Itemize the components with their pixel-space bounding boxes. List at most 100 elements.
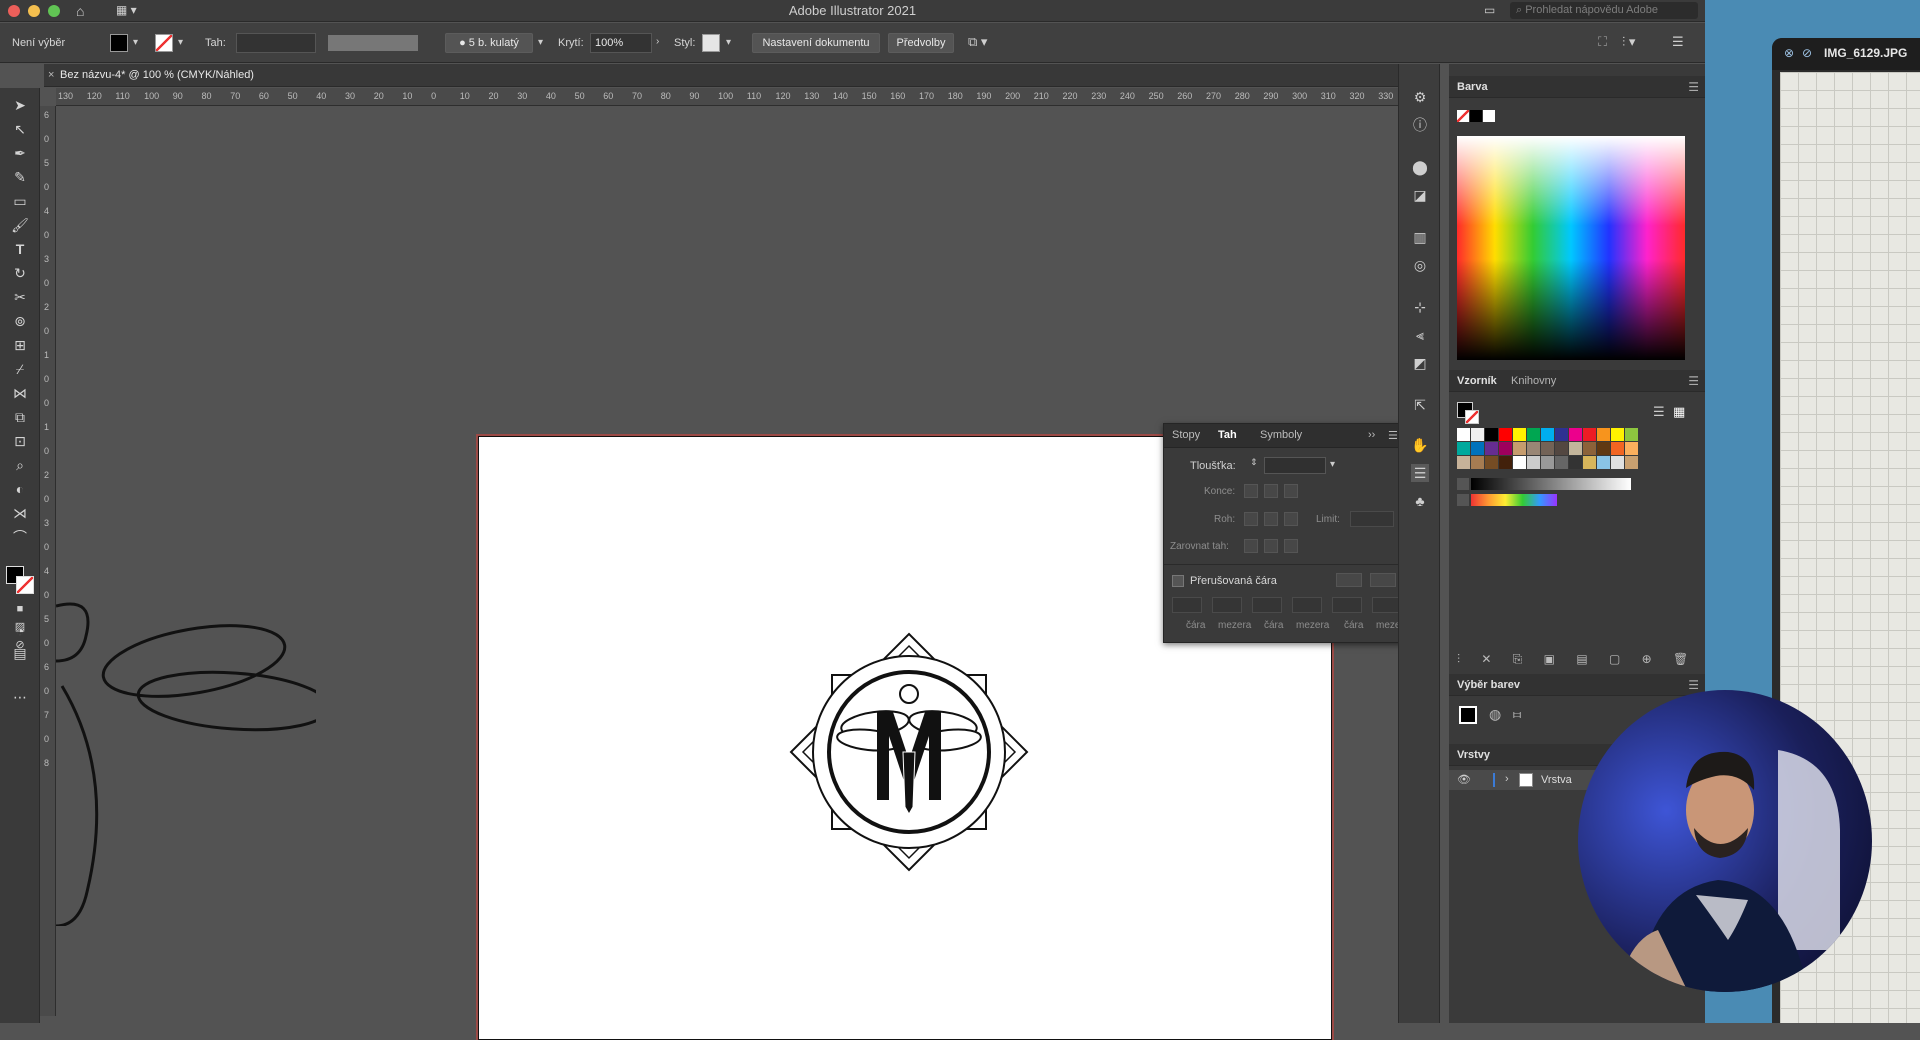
color-swatch[interactable] [1569,456,1582,469]
bevel-join-icon[interactable] [1284,512,1298,526]
color-swatch[interactable] [1569,428,1582,441]
scissors-tool-icon[interactable]: ✂ [10,288,30,306]
align-panel-icon[interactable]: ⫷ [1411,326,1429,344]
color-icon[interactable]: ⬤ [1411,158,1429,176]
grid-view-icon[interactable]: ▦ [1673,404,1685,420]
tab-libraries[interactable]: Knihovny [1511,375,1556,387]
preferences-button[interactable]: Předvolby [888,33,954,53]
brush-definition-select[interactable]: ● 5 b. kulatý [445,33,533,53]
chevron-down-icon[interactable]: ▾ [726,37,731,48]
color-swatch[interactable] [1513,428,1526,441]
square-cap-icon[interactable] [1284,484,1298,498]
color-mode-swatches[interactable] [1457,110,1497,124]
artboard-tool-icon[interactable]: ⊡ [10,432,30,450]
dash-field[interactable] [1332,597,1362,613]
fullscreen-icon[interactable]: ⊘ [1802,46,1812,60]
properties-icon[interactable]: ⚙ [1411,88,1429,106]
align-icon[interactable]: ⫶ ▾ [1622,34,1635,50]
stroke-color-icon[interactable] [1465,410,1479,424]
list-view-icon[interactable]: ☰ [1653,404,1665,420]
stroke-weight-field[interactable] [236,33,316,53]
grays-swatch-group[interactable] [1471,478,1631,490]
color-swatch[interactable] [1485,456,1498,469]
color-swatch[interactable] [1471,428,1484,441]
help-search-input[interactable]: ⌕ Prohledat nápovědu Adobe [1510,2,1698,19]
align-inside-icon[interactable] [1264,539,1278,553]
tab-tah[interactable]: Tah [1218,429,1237,441]
curvature-tool-icon[interactable]: ✎ [10,168,30,186]
dash-align-icon[interactable] [1370,573,1396,587]
color-swatch[interactable] [1541,428,1554,441]
weight-stepper[interactable]: ⇕ [1250,457,1262,473]
close-tab-icon[interactable]: × [48,69,54,81]
rotate-tool-icon[interactable]: ↻ [10,264,30,282]
swatch-folder-icon[interactable] [1457,494,1469,506]
swatch-actions-bar[interactable]: ⫶ ✕ ⎘ ▣ ▤ ▢ ⊕ 🗑 [1457,652,1697,668]
lasso-tool-icon[interactable]: ⊚ [10,312,30,330]
align-outside-icon[interactable] [1284,539,1298,553]
tab-swatches[interactable]: Vzorník [1457,375,1497,387]
color-swatch[interactable] [1499,442,1512,455]
transparency-icon[interactable]: ◎ [1411,256,1429,274]
tab-stopy[interactable]: Stopy [1172,429,1200,441]
chevron-right-icon[interactable]: › [1505,773,1509,785]
smooth-tool-icon[interactable]: ⌒ [10,528,30,546]
tab-symboly[interactable]: Symboly [1260,429,1302,441]
panel-toggle-icon[interactable]: ▭ [1484,3,1495,17]
chevron-down-icon[interactable]: ▾ [133,37,138,48]
symbols-icon[interactable]: ♣ [1411,492,1429,510]
color-swatch[interactable] [1611,442,1624,455]
color-swatch[interactable] [1471,456,1484,469]
arrange-documents-icon[interactable]: ⧉ ▾ [968,34,987,50]
butt-cap-icon[interactable] [1244,484,1258,498]
rectangle-tool-icon[interactable]: ▭ [10,192,30,210]
transform-icon[interactable]: ⛶ [1598,34,1607,50]
color-swatch[interactable] [1513,442,1526,455]
dash-preserve-icon[interactable] [1336,573,1362,587]
color-swatch[interactable] [1625,442,1638,455]
zoom-tool-icon[interactable]: ⌕ [10,456,30,474]
color-swatch[interactable] [1485,428,1498,441]
bright-swatch-row[interactable] [1457,494,1557,506]
color-swatch[interactable] [1541,456,1554,469]
color-guide-icon[interactable]: ◪ [1411,186,1429,204]
color-swatch[interactable] [1583,442,1596,455]
visibility-eye-icon[interactable]: 👁 [1457,773,1471,786]
variable-width-profile[interactable] [328,35,418,51]
stroke-color-icon[interactable] [16,576,34,594]
color-swatch[interactable] [1555,442,1568,455]
panel-menu-icon[interactable]: ☰ [1688,374,1699,388]
dragonfly-sketch-strokes[interactable] [56,486,316,926]
gradient-icon[interactable]: ▥ [1411,228,1429,246]
dashed-line-checkbox[interactable] [1172,575,1184,587]
color-swatch[interactable] [1499,456,1512,469]
color-swatch[interactable] [1555,428,1568,441]
draw-mode-icon[interactable]: ◔ [10,622,30,640]
free-transform-tool-icon[interactable]: ⊞ [10,336,30,354]
more-tools-icon[interactable]: ⋯ [10,688,30,706]
miter-join-icon[interactable] [1244,512,1258,526]
limit-field[interactable] [1350,511,1394,527]
color-swatch[interactable] [1541,442,1554,455]
color-swatch[interactable] [1597,428,1610,441]
layer-name[interactable]: Vrstva [1541,774,1572,786]
dash-field[interactable] [1172,597,1202,613]
document-tab[interactable]: Bez názvu-4* @ 100 % (CMYK/Náhled) [60,69,254,81]
panel-menu-icon[interactable]: ☰ [1688,80,1699,94]
panel-menu-icon[interactable]: ☰ [1388,429,1398,442]
selection-tool-icon[interactable]: ➤ [10,96,30,114]
color-swatch[interactable] [1583,456,1596,469]
none-swatch[interactable] [1457,110,1469,122]
graphic-style-swatch[interactable] [702,34,720,52]
black-swatch[interactable] [1470,110,1482,122]
round-cap-icon[interactable] [1264,484,1278,498]
gray-swatch-row[interactable] [1457,478,1637,490]
color-swatch[interactable] [1625,456,1638,469]
type-tool-icon[interactable]: T [10,240,30,258]
collapse-panel-icon[interactable]: ›› [1368,429,1375,441]
color-spectrum[interactable] [1457,136,1685,360]
fill-swatch[interactable] [110,34,128,52]
width-tool-icon[interactable]: ⋊ [10,504,30,522]
color-swatch[interactable] [1597,442,1610,455]
panel-menu-icon[interactable]: ☰ [1688,678,1699,692]
